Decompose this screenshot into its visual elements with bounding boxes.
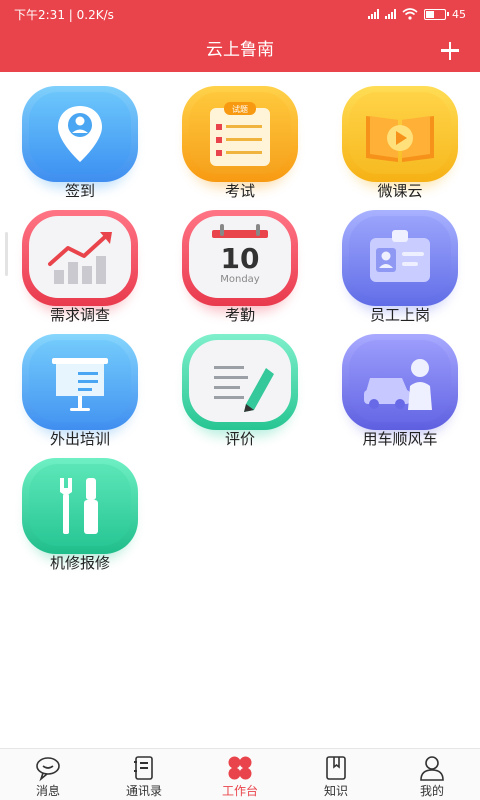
calendar-day: 10	[221, 242, 260, 275]
grid-item-carpool[interactable]: 用车顺风车	[320, 328, 480, 452]
tab-messages[interactable]: 消息	[0, 749, 96, 800]
calendar-icon: 10 Monday	[212, 224, 268, 285]
workbench-icon	[228, 756, 252, 780]
grid-item-label: 机修报修	[49, 554, 110, 572]
plus-icon[interactable]	[434, 34, 466, 66]
tab-label: 通讯录	[125, 784, 162, 798]
cell-signal-icon	[368, 9, 379, 19]
grid-item-label: 微课云	[377, 182, 423, 200]
grid-item-repair[interactable]: 机修报修	[0, 452, 160, 576]
grid-item-attendance[interactable]: 10 Monday 考勤	[160, 204, 320, 328]
grid-item-checkin[interactable]: 签到	[0, 80, 160, 204]
grid-item-label: 外出培训	[49, 430, 110, 448]
tab-profile[interactable]: 我的	[384, 749, 480, 800]
id-card-icon	[370, 230, 430, 282]
knowledge-book-icon	[326, 756, 346, 780]
tab-label: 消息	[35, 784, 60, 798]
note-pencil-icon	[214, 366, 274, 412]
page-title: 云上鲁南	[206, 40, 274, 60]
video-book-icon	[366, 116, 434, 162]
wifi-icon	[402, 8, 418, 20]
grid-item-label: 评价	[224, 430, 255, 448]
grid-item-exam[interactable]: 试题 考试	[160, 80, 320, 204]
grid-item-label: 用车顺风车	[362, 430, 438, 448]
tab-workbench[interactable]: 工作台	[192, 749, 288, 800]
battery-level: 45	[452, 7, 466, 21]
tab-knowledge[interactable]: 知识	[288, 749, 384, 800]
trend-chart-icon	[48, 232, 112, 284]
cell-signal-2-icon	[385, 9, 396, 19]
grid-item-label: 员工上岗	[369, 306, 430, 324]
grid-item-survey[interactable]: 需求调查	[0, 204, 160, 328]
grid-item-label: 考试	[224, 182, 255, 200]
tab-contacts[interactable]: 通讯录	[96, 749, 192, 800]
tab-label: 工作台	[221, 784, 258, 798]
status-bar: 下午2:31 | 0.2K/s 45	[0, 0, 480, 28]
calendar-weekday: Monday	[220, 274, 260, 285]
bottom-tab-bar: 消息 通讯录 工作台 知识 我的	[0, 748, 480, 800]
repair-tools-icon	[60, 478, 98, 534]
exam-paper-icon: 试题	[210, 102, 270, 166]
contacts-book-icon	[134, 756, 153, 780]
app-bar: 云上鲁南	[0, 28, 480, 72]
grid-item-training[interactable]: 外出培训	[0, 328, 160, 452]
grid-item-staff-onboard[interactable]: 员工上岗	[320, 204, 480, 328]
chat-bubble-icon	[36, 757, 60, 782]
status-time-speed: 下午2:31 | 0.2K/s	[14, 7, 114, 22]
tab-label: 知识	[323, 784, 348, 798]
exam-caption: 试题	[232, 104, 248, 114]
grid-item-micro-course[interactable]: 微课云	[320, 80, 480, 204]
person-icon	[420, 756, 444, 781]
grid-item-label: 考勤	[224, 306, 255, 324]
presentation-board-icon	[52, 358, 108, 411]
battery-icon	[424, 8, 449, 20]
location-pin-icon	[58, 106, 102, 162]
grid-item-label: 需求调查	[49, 306, 110, 324]
grid-item-label: 签到	[64, 182, 95, 200]
grid-item-evaluation[interactable]: 评价	[160, 328, 320, 452]
tab-label: 我的	[419, 784, 444, 798]
car-driver-icon	[364, 359, 432, 410]
